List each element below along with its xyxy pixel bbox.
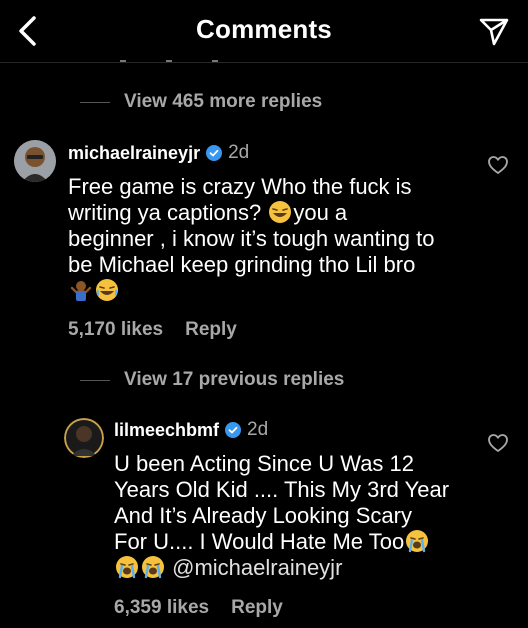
comment-text: U been Acting Since U Was 12 Years Old K… [114, 451, 484, 581]
comment-line-3: And It’s Already Looking Scary [114, 503, 412, 528]
comment-line-4: be Michael keep grinding tho Lil bro [68, 252, 416, 277]
comment-text: Free game is crazy Who the fuck is writi… [68, 174, 478, 304]
crying-emoji [406, 530, 429, 553]
laughing-emoji [96, 279, 118, 301]
comment-line-3: beginner , i know it’s tough wanting to [68, 226, 435, 251]
comment-line-1: Free game is crazy Who the fuck is [68, 174, 412, 199]
comment-line-2: Years Old Kid .... This My 3rd Year [114, 477, 450, 502]
likes-count[interactable]: 5,170 likes [68, 319, 163, 341]
comment-line-2b: you a [293, 200, 348, 225]
comment-time: 2d [247, 419, 269, 440]
send-icon[interactable] [478, 15, 510, 47]
header-bar: Comments [0, 0, 528, 63]
comment-line-1: U been Acting Since U Was 12 [114, 451, 415, 476]
avatar[interactable] [14, 140, 56, 182]
comment-username[interactable]: michaelraineyjr [68, 143, 200, 164]
divider-line [80, 379, 110, 381]
comment-line-4: For U.... I Would Hate Me Too [114, 529, 405, 554]
verified-badge-icon [206, 145, 223, 161]
comment-username[interactable]: lilmeechbmf [114, 420, 219, 441]
crying-emoji [116, 556, 138, 579]
comment-header: lilmeechbmf 2d [114, 419, 268, 441]
cut-off-text [120, 50, 320, 62]
view-more-replies-link[interactable]: View 465 more replies [80, 91, 322, 113]
laughing-emoji [269, 201, 292, 223]
likes-count[interactable]: 6,359 likes [114, 597, 209, 619]
comment-meta: 6,359 likes Reply [114, 597, 283, 619]
comment-line-2a: writing ya captions? [68, 200, 268, 225]
heart-icon[interactable] [487, 154, 509, 176]
view-more-replies-label: View 465 more replies [124, 91, 323, 112]
view-previous-replies-label: View 17 previous replies [124, 369, 345, 390]
verified-badge-icon [225, 422, 242, 438]
heart-icon[interactable] [487, 432, 509, 454]
view-previous-replies-link[interactable]: View 17 previous replies [80, 369, 344, 391]
crying-emoji [142, 556, 164, 579]
shrug-emoji [70, 281, 92, 301]
divider-line [80, 101, 110, 103]
comment-meta: 5,170 likes Reply [68, 319, 237, 341]
page-title: Comments [196, 14, 332, 44]
reply-button[interactable]: Reply [185, 319, 237, 341]
mention-link[interactable]: @michaelraineyjr [172, 555, 342, 580]
avatar[interactable] [64, 418, 104, 458]
comment-time: 2d [228, 142, 250, 163]
comment-header: michaelraineyjr 2d [68, 142, 249, 164]
reply-button[interactable]: Reply [231, 597, 283, 619]
